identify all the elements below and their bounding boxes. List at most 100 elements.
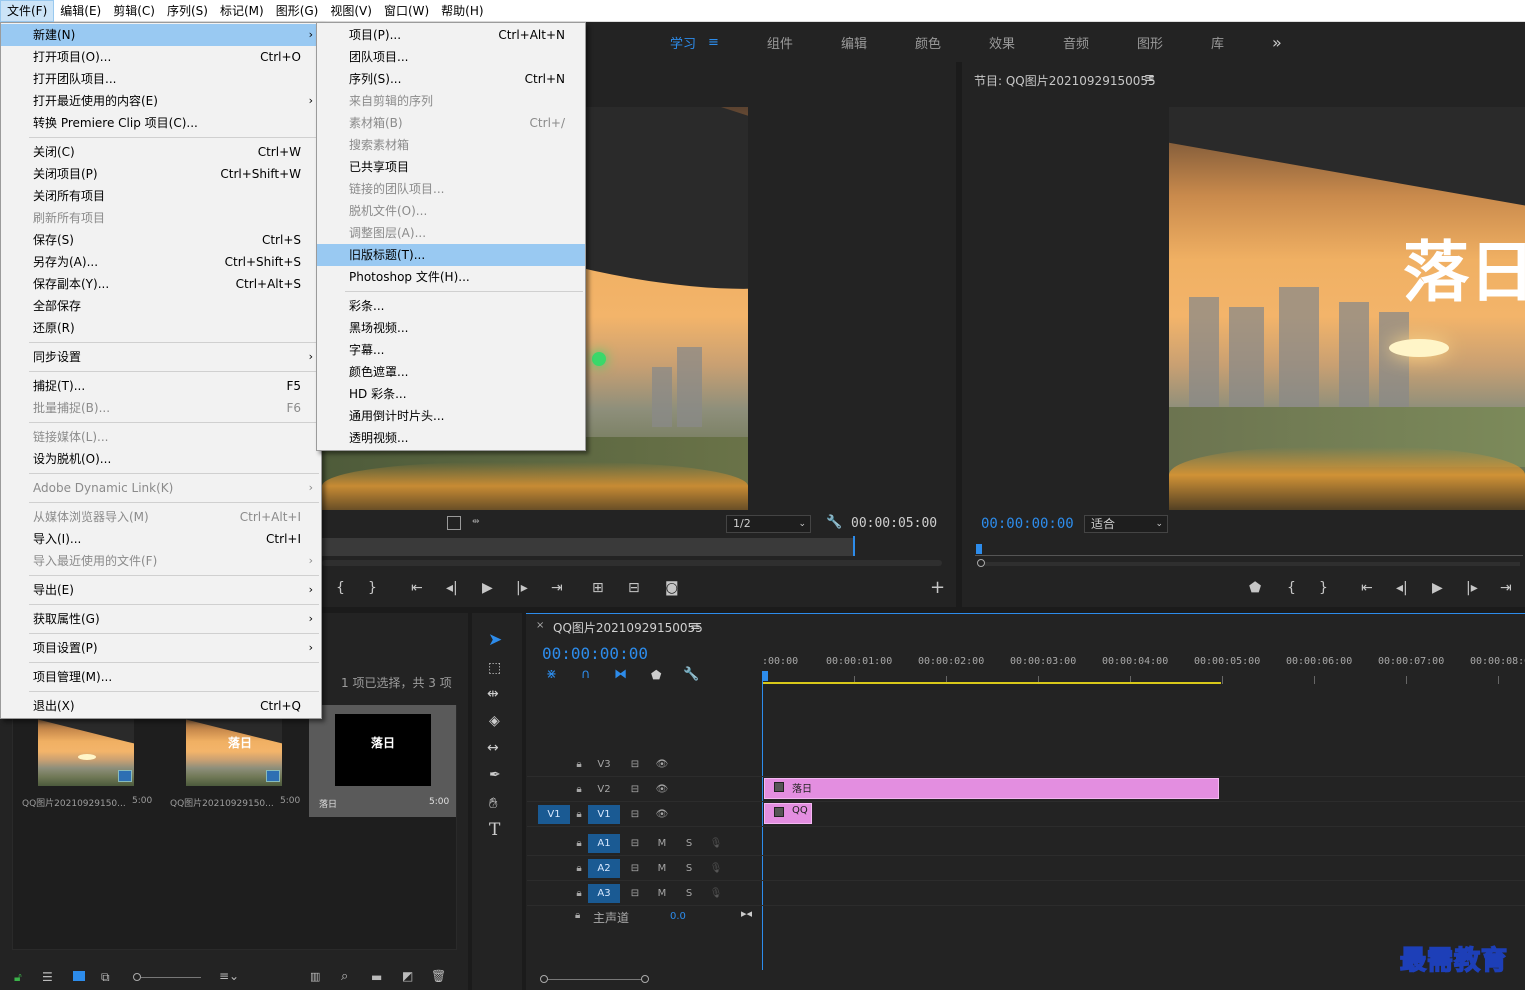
mark-in-icon[interactable]: { <box>336 580 345 596</box>
menubar-item[interactable]: 剪辑(C) <box>107 0 161 22</box>
new-menu-item[interactable]: 通用倒计时片头... <box>317 405 585 427</box>
linked-selection-icon[interactable]: ⧓ <box>614 667 627 682</box>
ripple-edit-icon[interactable]: ⇹ <box>487 686 499 702</box>
track-target-button[interactable]: V3 <box>588 755 620 774</box>
source-zoom-select[interactable]: 1/2 ⌄ <box>726 515 811 533</box>
project-item-selected[interactable]: 落日 落日 5:00 <box>309 705 456 817</box>
timeline-zoom-handle-right[interactable] <box>641 975 649 983</box>
track-target-button[interactable]: V2 <box>588 780 620 799</box>
overwrite-icon[interactable]: ⊟ <box>628 580 640 596</box>
menubar-item[interactable]: 序列(S) <box>161 0 214 22</box>
go-to-in-icon[interactable]: ⇤ <box>411 580 423 596</box>
slip-icon[interactable]: ↔ <box>487 740 499 756</box>
project-item[interactable]: 落日 QQ图片20210929150... 5:00 <box>168 712 300 818</box>
icon-view-icon[interactable] <box>73 971 85 981</box>
workspace-tab[interactable]: 库 <box>1211 33 1224 52</box>
step-forward-icon[interactable]: |▸ <box>516 580 528 596</box>
new-menu-item[interactable]: 团队项目... <box>317 46 585 68</box>
workspace-menu-icon[interactable]: ≡ <box>708 35 719 50</box>
program-scrub-bar[interactable] <box>975 544 1523 556</box>
track-target-button[interactable]: A3 <box>588 884 620 903</box>
safe-margin-icon[interactable] <box>447 516 461 530</box>
new-menu-item[interactable]: 透明视频... <box>317 427 585 449</box>
menubar-item[interactable]: 图形(G) <box>270 0 325 22</box>
file-menu-item[interactable]: 另存为(A)... Ctrl+Shift+S <box>1 251 321 273</box>
timeline-zoom-track[interactable] <box>548 979 642 980</box>
mark-out-icon[interactable]: } <box>1319 580 1328 596</box>
insert-icon[interactable]: ⊞ <box>592 580 604 596</box>
clip-title[interactable]: 落日 <box>764 778 1219 799</box>
overflow-icon[interactable]: » <box>1272 33 1282 52</box>
file-menu-item[interactable]: 项目设置(P) › <box>1 637 321 659</box>
play-icon[interactable]: ▶ <box>482 580 493 596</box>
lock-icon[interactable]: 🔒︎ <box>575 910 580 921</box>
track-target-button[interactable]: A2 <box>588 859 620 878</box>
file-menu-item[interactable]: 保存(S) Ctrl+S <box>1 229 321 251</box>
track-select-icon[interactable]: ⬚ <box>488 660 501 676</box>
pen-icon[interactable]: ✒ <box>489 767 501 783</box>
marker-icon[interactable]: ⬟ <box>1249 580 1261 596</box>
add-button-icon[interactable]: + <box>930 579 945 597</box>
type-tool-icon[interactable]: T <box>489 820 500 840</box>
step-back-icon[interactable]: ◂| <box>1396 580 1408 596</box>
panel-menu-icon[interactable]: ≡ <box>1144 71 1155 86</box>
file-menu-item[interactable]: 还原(R) <box>1 317 321 339</box>
mark-in-icon[interactable]: { <box>1287 580 1296 596</box>
file-menu-item[interactable]: 项目管理(M)... <box>1 666 321 688</box>
eye-icon[interactable]: 👁︎ <box>646 805 678 824</box>
drag-video-icon[interactable]: ⇹ <box>472 517 480 527</box>
track-target-button[interactable]: A1 <box>588 834 620 853</box>
workspace-tab[interactable]: 音频 <box>1063 33 1089 52</box>
menubar-item[interactable]: 标记(M) <box>214 0 270 22</box>
wrench-icon[interactable]: 🔧 <box>683 667 699 682</box>
automate-icon[interactable]: ▥ <box>310 970 320 983</box>
file-menu-item[interactable]: 导出(E) › <box>1 579 321 601</box>
file-menu-item[interactable]: 新建(N) › <box>1 24 321 46</box>
workspace-tab[interactable]: 组件 <box>767 33 793 52</box>
camera-icon[interactable]: ◙ <box>665 580 679 596</box>
menubar-item[interactable]: 窗口(W) <box>378 0 435 22</box>
hand-icon[interactable]: ✋︎ <box>489 794 498 812</box>
mic-icon[interactable]: 🎙︎ <box>700 884 732 903</box>
program-fit-select[interactable]: 适合 ⌄ <box>1084 515 1168 533</box>
file-menu-item[interactable]: 关闭所有项目 <box>1 185 321 207</box>
source-scrub-bar[interactable] <box>322 538 854 556</box>
timeline-timecode[interactable]: 00:00:00:00 <box>542 644 648 663</box>
file-menu-item[interactable]: 退出(X) Ctrl+Q <box>1 695 321 717</box>
program-playhead[interactable] <box>976 544 982 554</box>
selection-tool-icon[interactable]: ➤ <box>488 630 502 650</box>
clip-image[interactable]: QQ <box>764 803 812 824</box>
file-menu-item[interactable]: 打开团队项目... <box>1 68 321 90</box>
workspace-tab[interactable]: 编辑 <box>841 33 867 52</box>
panel-menu-icon[interactable]: ≡ <box>690 619 701 634</box>
menubar-item[interactable]: 编辑(E) <box>54 0 107 22</box>
file-menu-item[interactable]: 关闭项目(P) Ctrl+Shift+W <box>1 163 321 185</box>
file-menu-item[interactable]: 设为脱机(O)... <box>1 448 321 470</box>
project-item[interactable]: QQ图片20210929150... 5:00 <box>20 712 152 818</box>
workspace-tab[interactable]: 学习 <box>670 33 696 52</box>
eye-icon[interactable]: 👁︎ <box>646 780 678 799</box>
play-icon[interactable]: ▶ <box>1432 580 1443 596</box>
freeform-view-icon[interactable]: ⧉ <box>101 970 110 985</box>
new-menu-item[interactable]: 颜色遮罩... <box>317 361 585 383</box>
sort-icon[interactable]: ≡⌄ <box>219 969 239 983</box>
wrench-icon[interactable]: 🔧 <box>826 515 842 530</box>
timeline-zoom-handle-left[interactable] <box>540 975 548 983</box>
lock-icon[interactable]: 🔓︎ <box>14 970 22 985</box>
program-zoom-bar[interactable] <box>985 562 1520 566</box>
zoom-handle[interactable] <box>977 559 985 567</box>
file-menu-item[interactable]: 捕捉(T)... F5 <box>1 375 321 397</box>
zoom-slider-track[interactable] <box>141 977 201 978</box>
go-to-in-icon[interactable]: ⇤ <box>1361 580 1373 596</box>
eye-icon[interactable]: 👁︎ <box>646 755 678 774</box>
file-menu-item[interactable]: 打开项目(O)... Ctrl+O <box>1 46 321 68</box>
workspace-tab[interactable]: 图形 <box>1137 33 1163 52</box>
new-menu-item[interactable]: 项目(P)... Ctrl+Alt+N <box>317 24 585 46</box>
new-menu-item[interactable]: 序列(S)... Ctrl+N <box>317 68 585 90</box>
new-menu-item[interactable]: Photoshop 文件(H)... <box>317 266 585 288</box>
file-menu-item[interactable]: 全部保存 <box>1 295 321 317</box>
menubar-item[interactable]: 文件(F) <box>0 0 55 22</box>
nest-icon[interactable]: ⋇ <box>546 667 557 682</box>
search-icon[interactable]: ⌕ <box>341 969 348 984</box>
master-volume[interactable]: 0.0 <box>670 911 686 922</box>
